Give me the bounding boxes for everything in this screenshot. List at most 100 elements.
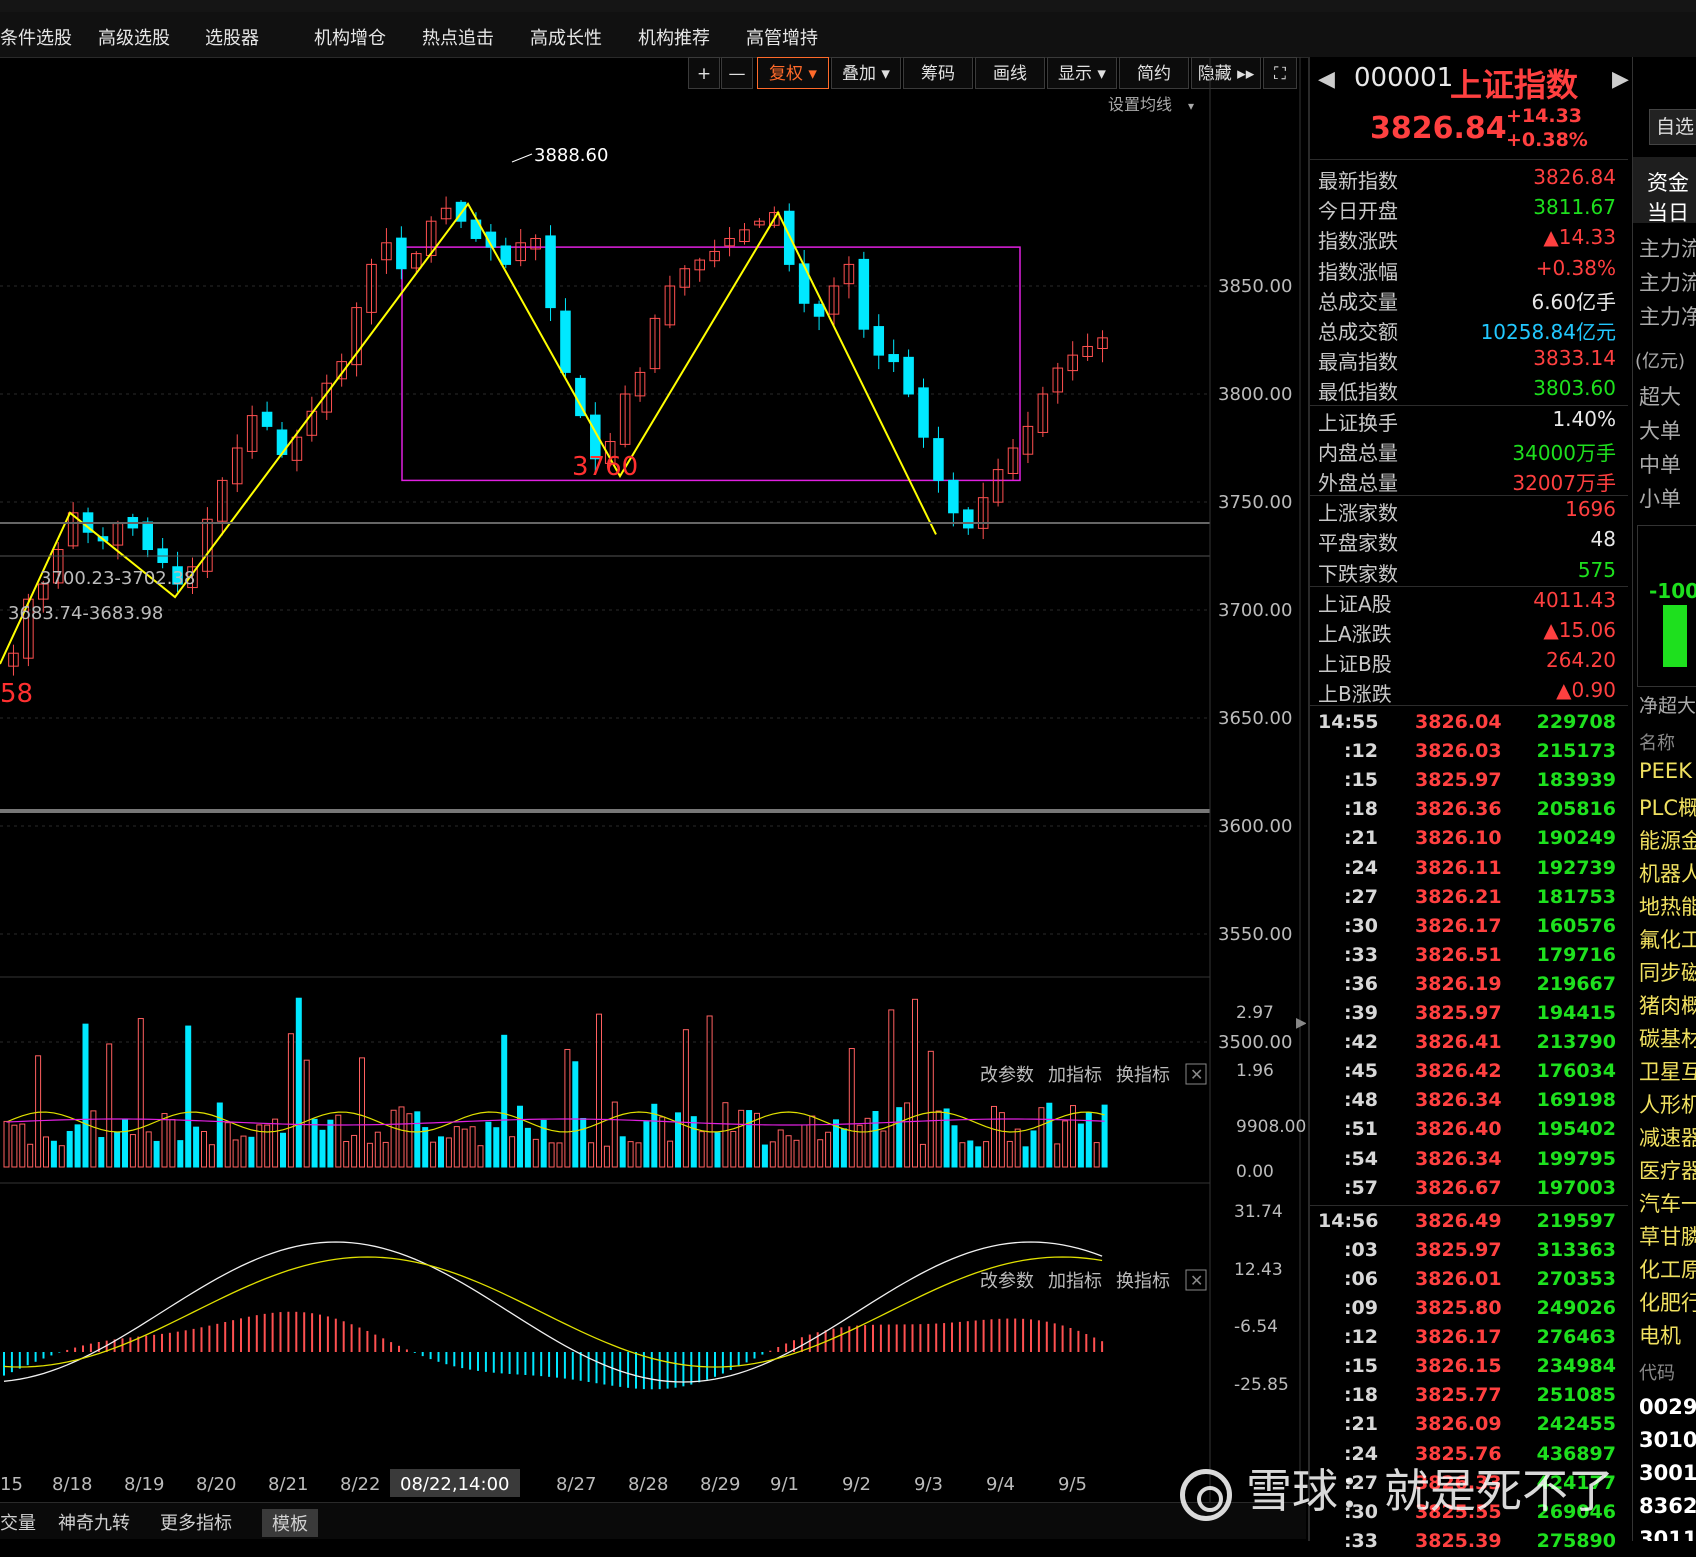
volume-bar <box>777 1129 784 1168</box>
sector-item[interactable]: 医疗器 <box>1639 1155 1696 1185</box>
sector-item[interactable]: 猪肉概 <box>1639 990 1696 1020</box>
sector-item[interactable]: 化工原 <box>1639 1254 1696 1284</box>
gaicanshu-button[interactable]: 改参数 <box>980 1271 1034 1292</box>
sector-item[interactable]: 汽车一 <box>1639 1188 1696 1218</box>
sector-item[interactable]: PLC概 <box>1639 792 1696 822</box>
sector-item[interactable]: 碳基材 <box>1639 1023 1696 1053</box>
zixuan-button[interactable]: 自选 <box>1649 109 1696 145</box>
jiazhibiao-button[interactable]: 加指标 <box>1048 1271 1102 1292</box>
menu-gaoji[interactable]: 高级选股 <box>98 24 170 50</box>
tab-template[interactable]: 模板 <box>262 1509 318 1537</box>
stock-code[interactable]: 30111 <box>1639 1527 1696 1541</box>
flow-label-2: 主力流 <box>1639 271 1696 295</box>
stock-code[interactable]: 30010 <box>1639 1461 1696 1485</box>
prev-index-arrow-icon[interactable]: ◀ <box>1318 67 1335 92</box>
menu-jigoutuijian[interactable]: 机构推荐 <box>638 24 710 50</box>
volume-bar <box>761 1144 768 1168</box>
volume-bar <box>690 1116 697 1168</box>
huanzhibiao-button[interactable]: 换指标 <box>1116 1271 1170 1292</box>
fund-flow-panel: 自选 资金 当日 主力流 主力流 主力净 (亿元) 超大 大单 中单 小单 -1… <box>1632 57 1696 1541</box>
date-tick: 9/4 <box>986 1474 1015 1495</box>
sector-item[interactable]: 草甘膦 <box>1639 1221 1696 1251</box>
sector-item[interactable]: 能源金 <box>1639 825 1696 855</box>
sector-item[interactable]: 减速器 <box>1639 1122 1696 1152</box>
menu-gaochengzhang[interactable]: 高成长性 <box>530 24 602 50</box>
stock-code[interactable]: 83624 <box>1639 1494 1696 1518</box>
volume-bar <box>532 1138 539 1168</box>
tick-volume: 251085 <box>1536 1384 1616 1407</box>
menu-jigouzengcang[interactable]: 机构增仓 <box>314 24 386 50</box>
tick-price: 3826.42 <box>1415 1060 1502 1083</box>
quote-value: 3826.84 <box>1533 165 1616 189</box>
volume-bar <box>232 1139 239 1168</box>
macd-tick: -6.54 <box>1234 1317 1278 1337</box>
tab-more-indicators[interactable]: 更多指标 <box>160 1509 232 1535</box>
flow-bar-value: -100 <box>1649 579 1696 603</box>
huanzhibiao-button[interactable]: 换指标 <box>1116 1065 1170 1086</box>
quote-label: 最高指数 <box>1318 350 1398 375</box>
quote-label: 上证换手 <box>1318 410 1398 435</box>
tick-row: 14:55 3826.04 229708 <box>1310 709 1628 738</box>
tick-row: :15 3826.15 234984 <box>1310 1353 1628 1382</box>
volume-bar <box>983 1141 990 1168</box>
volume-bar <box>501 1034 508 1168</box>
menu-tiaojian[interactable]: 条件选股 <box>0 24 72 50</box>
volume-bar <box>848 1048 855 1168</box>
sector-item[interactable]: 机器人 <box>1639 858 1696 888</box>
candles-group <box>8 196 1108 676</box>
sector-item[interactable]: 地热能 <box>1639 891 1696 921</box>
volume-bar <box>840 1128 847 1168</box>
volume-bar <box>153 1140 160 1168</box>
tick-time: :21 <box>1343 1413 1378 1436</box>
macd-histogram <box>3 1311 1104 1390</box>
menu-redianzhuiji[interactable]: 热点追击 <box>422 24 494 50</box>
quote-label: 今日开盘 <box>1318 199 1398 224</box>
sector-item[interactable]: PEEK <box>1639 759 1692 783</box>
jiazhibiao-button[interactable]: 加指标 <box>1048 1065 1102 1086</box>
volume-bar <box>406 1113 413 1168</box>
tick-price: 3826.36 <box>1415 798 1502 821</box>
tick-row: :33 3825.39 275890 <box>1310 1528 1628 1557</box>
menu-xuanguqi[interactable]: 选股器 <box>205 24 259 50</box>
quote-row: 上证A股 4011.43 <box>1310 586 1628 616</box>
volume-bar <box>548 1142 555 1168</box>
volume-bar <box>730 1130 737 1168</box>
sector-item[interactable]: 卫星互 <box>1639 1056 1696 1086</box>
xueqiu-logo-icon <box>1180 1468 1232 1521</box>
volume-bar <box>959 1142 966 1168</box>
volume-bar <box>272 1118 279 1168</box>
volume-bar <box>975 1146 982 1168</box>
menu-gaoguanzengchi[interactable]: 高管增持 <box>746 24 818 50</box>
sector-item[interactable]: 电机 <box>1639 1320 1681 1350</box>
tick-price: 3826.10 <box>1415 827 1502 850</box>
sector-item[interactable]: 化肥行 <box>1639 1287 1696 1317</box>
sector-item[interactable]: 人形机 <box>1639 1089 1696 1119</box>
sector-item[interactable]: 同步磁 <box>1639 957 1696 987</box>
volume-bar <box>919 1143 926 1168</box>
tick-price: 3825.80 <box>1415 1297 1502 1319</box>
tab-volume[interactable]: 交量 <box>0 1509 36 1535</box>
tick-row: :45 3826.42 176034 <box>1310 1058 1628 1087</box>
tab-dangri[interactable]: 当日 <box>1647 197 1689 227</box>
volume-bar <box>596 1013 602 1168</box>
date-tick: 9/1 <box>770 1474 799 1495</box>
ma-settings-link[interactable]: 设置均线 <box>1108 95 1172 114</box>
sector-item[interactable]: 氟化工 <box>1639 924 1696 954</box>
volume-bar <box>137 1018 144 1168</box>
next-index-arrow-icon[interactable]: ▶ <box>1612 67 1629 92</box>
volume-bar <box>1077 1123 1084 1168</box>
stock-code[interactable]: 30107 <box>1639 1428 1696 1452</box>
quote-row: 最低指数 3803.60 <box>1310 374 1628 404</box>
tick-time: :54 <box>1343 1147 1378 1170</box>
panel-collapse-handle-icon[interactable]: ▶ <box>1296 1015 1306 1031</box>
stock-code[interactable]: 00291 <box>1639 1395 1696 1419</box>
volume-bar <box>208 1144 215 1168</box>
quote-row: 上涨家数 1696 <box>1310 495 1628 525</box>
tick-price: 3825.97 <box>1415 1002 1502 1024</box>
tab-shenqi[interactable]: 神奇九转 <box>58 1509 130 1535</box>
kline-chart[interactable]: 3850.00 3800.00 3750.00 3700.00 3650.00 3600.… <box>0 57 1306 1502</box>
quote-label: 总成交量 <box>1318 289 1398 314</box>
tab-zijin[interactable]: 资金 <box>1647 167 1689 197</box>
volume-bar <box>58 1145 65 1168</box>
gaicanshu-button[interactable]: 改参数 <box>980 1065 1034 1086</box>
